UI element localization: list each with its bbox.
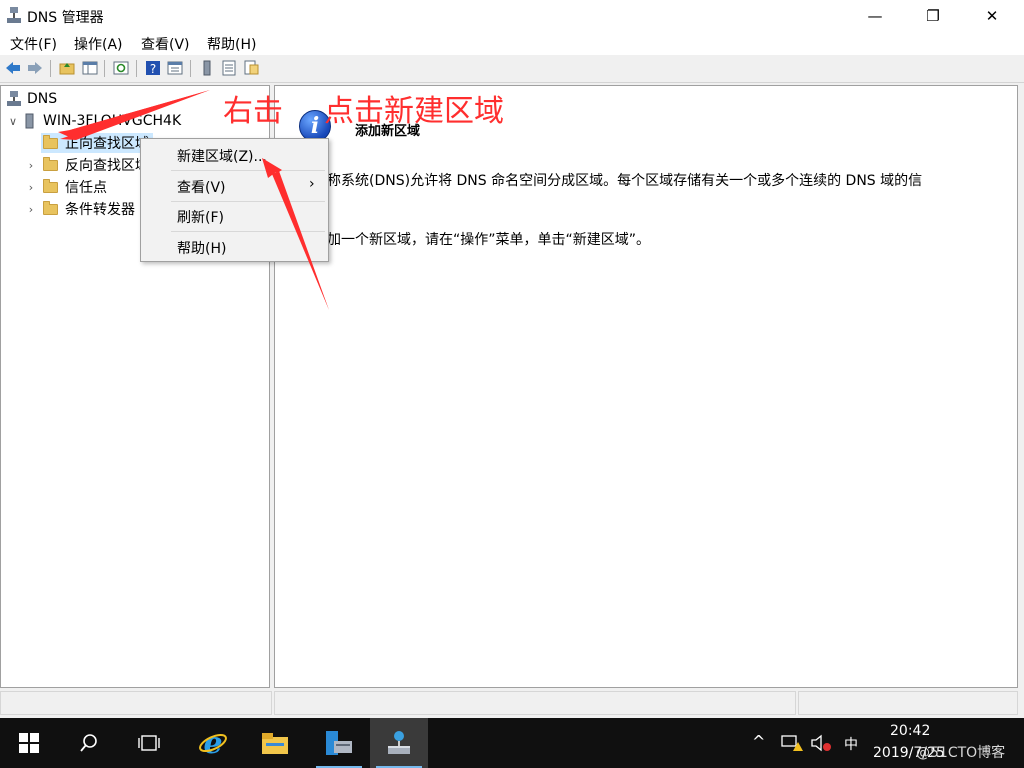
server-manager-icon <box>326 731 352 755</box>
status-segment <box>798 691 1018 715</box>
menu-view[interactable]: 查看(V) <box>141 34 190 54</box>
taskbar-internet-explorer[interactable]: e <box>184 718 242 768</box>
context-menu-view[interactable]: 查看(V) › <box>141 174 328 198</box>
menu-file[interactable]: 文件(F) <box>10 34 57 54</box>
menu-separator <box>171 170 325 171</box>
tree-node-label: 信任点 <box>65 180 107 196</box>
input-method-indicator[interactable]: 中 <box>844 734 858 754</box>
context-menu-new-zone[interactable]: 新建区域(Z)... <box>141 143 328 167</box>
close-button[interactable]: ✕ <box>969 0 1015 31</box>
volume-muted-icon[interactable] <box>810 734 832 752</box>
tree-node-conditional-forwarders[interactable]: › 条件转发器 <box>25 199 135 219</box>
toolbar-separator <box>136 60 137 77</box>
submenu-arrow-icon: › <box>309 176 315 192</box>
up-folder-icon[interactable] <box>58 59 76 77</box>
dns-app-icon <box>7 7 21 23</box>
context-menu-help[interactable]: 帮助(H) <box>141 235 328 259</box>
detail-pane: 添加新区域 域名称系统(DNS)允许将 DNS 命名空间分成区域。每个区域存储有… <box>274 85 1018 688</box>
taskbar-server-manager[interactable] <box>310 718 368 768</box>
chevron-right-icon[interactable]: › <box>25 203 37 216</box>
status-bar <box>0 689 1024 718</box>
refresh-icon[interactable] <box>112 59 130 77</box>
network-warning-icon[interactable] <box>781 734 803 752</box>
tree-node-trust-points[interactable]: › 信任点 <box>25 177 107 197</box>
folder-icon <box>43 134 58 149</box>
tree-node-label: 正向查找区域 <box>65 136 149 152</box>
internet-explorer-icon: e <box>199 728 227 758</box>
folder-icon <box>43 178 58 193</box>
annotation-click-new-zone: 点击新建区域 <box>324 94 504 129</box>
show-hide-tree-icon[interactable] <box>81 59 99 77</box>
taskbar: e ^ 中 20:42 2019/7/25 @51CTO博客 <box>0 718 1024 768</box>
chevron-right-icon[interactable]: › <box>25 181 37 194</box>
task-view-icon <box>138 735 160 751</box>
detail-instruction: 要添加一个新区域，请在“操作”菜单，单击“新建区域”。 <box>299 232 651 248</box>
back-icon[interactable] <box>4 59 22 77</box>
title-bar: DNS 管理器 — ❐ ✕ <box>0 0 1024 31</box>
detail-description: 域名称系统(DNS)允许将 DNS 命名空间分成区域。每个区域存储有关一个或多个… <box>299 173 923 189</box>
menu-separator <box>171 231 325 232</box>
tree-node-server[interactable]: ∨ WIN-3FLOHVGCH4K <box>7 111 181 131</box>
start-button[interactable] <box>0 718 58 768</box>
dns-icon <box>7 91 21 106</box>
tree-node-reverse-lookup-zones[interactable]: › 反向查找区域 <box>25 155 149 175</box>
tree-node-label: DNS <box>27 91 58 107</box>
tree-node-label: WIN-3FLOHVGCH4K <box>43 113 182 129</box>
menu-action[interactable]: 操作(A) <box>74 34 123 54</box>
window-title: DNS 管理器 <box>27 10 104 26</box>
task-view-button[interactable] <box>120 718 178 768</box>
dns-icon <box>388 731 410 754</box>
windows-logo-icon <box>19 733 39 753</box>
context-menu: 新建区域(Z)... 查看(V) › 刷新(F) 帮助(H) <box>140 138 329 262</box>
taskbar-dns-manager[interactable] <box>370 718 428 768</box>
watermark: @51CTO博客 <box>916 745 1006 761</box>
server-icon[interactable] <box>198 59 216 77</box>
context-menu-refresh[interactable]: 刷新(F) <box>141 204 328 228</box>
taskbar-file-explorer[interactable] <box>246 718 304 768</box>
properties-icon[interactable] <box>166 59 184 77</box>
tree-node-label: 条件转发器 <box>65 202 135 218</box>
toolbar-separator <box>50 60 51 77</box>
tree-node-label: 反向查找区域 <box>65 158 149 174</box>
toolbar-separator <box>104 60 105 77</box>
clock-time[interactable]: 20:42 <box>890 723 930 739</box>
status-segment <box>0 691 272 715</box>
maximize-button[interactable]: ❐ <box>910 0 956 31</box>
menu-bar: 文件(F) 操作(A) 查看(V) 帮助(H) <box>0 31 1024 55</box>
menu-help[interactable]: 帮助(H) <box>207 34 256 54</box>
server-icon <box>25 113 34 129</box>
minimize-button[interactable]: — <box>852 0 898 31</box>
show-hidden-icons-chevron-icon[interactable]: ^ <box>752 732 765 751</box>
menu-separator <box>171 201 325 202</box>
folder-icon <box>262 733 288 754</box>
toolbar: ? <box>0 55 1024 83</box>
list-icon[interactable] <box>220 59 238 77</box>
tree-node-dns-root[interactable]: DNS <box>7 89 57 109</box>
chevron-down-icon[interactable]: ∨ <box>7 115 19 128</box>
annotation-right-click: 右击 <box>223 94 283 129</box>
toolbar-separator <box>190 60 191 77</box>
chevron-right-icon[interactable]: › <box>25 159 37 172</box>
folder-icon <box>43 156 58 171</box>
vertical-scrollbar[interactable] <box>1018 85 1024 688</box>
forward-icon[interactable] <box>26 59 44 77</box>
svg-text:?: ? <box>150 62 156 76</box>
export-icon[interactable] <box>242 59 260 77</box>
status-segment <box>274 691 796 715</box>
search-icon <box>80 734 97 752</box>
search-button[interactable] <box>60 718 118 768</box>
help-icon[interactable]: ? <box>144 59 162 77</box>
tree-node-forward-lookup-zones[interactable]: 正向查找区域 <box>41 133 153 153</box>
folder-icon <box>43 200 58 215</box>
svg-text:e: e <box>203 728 222 758</box>
